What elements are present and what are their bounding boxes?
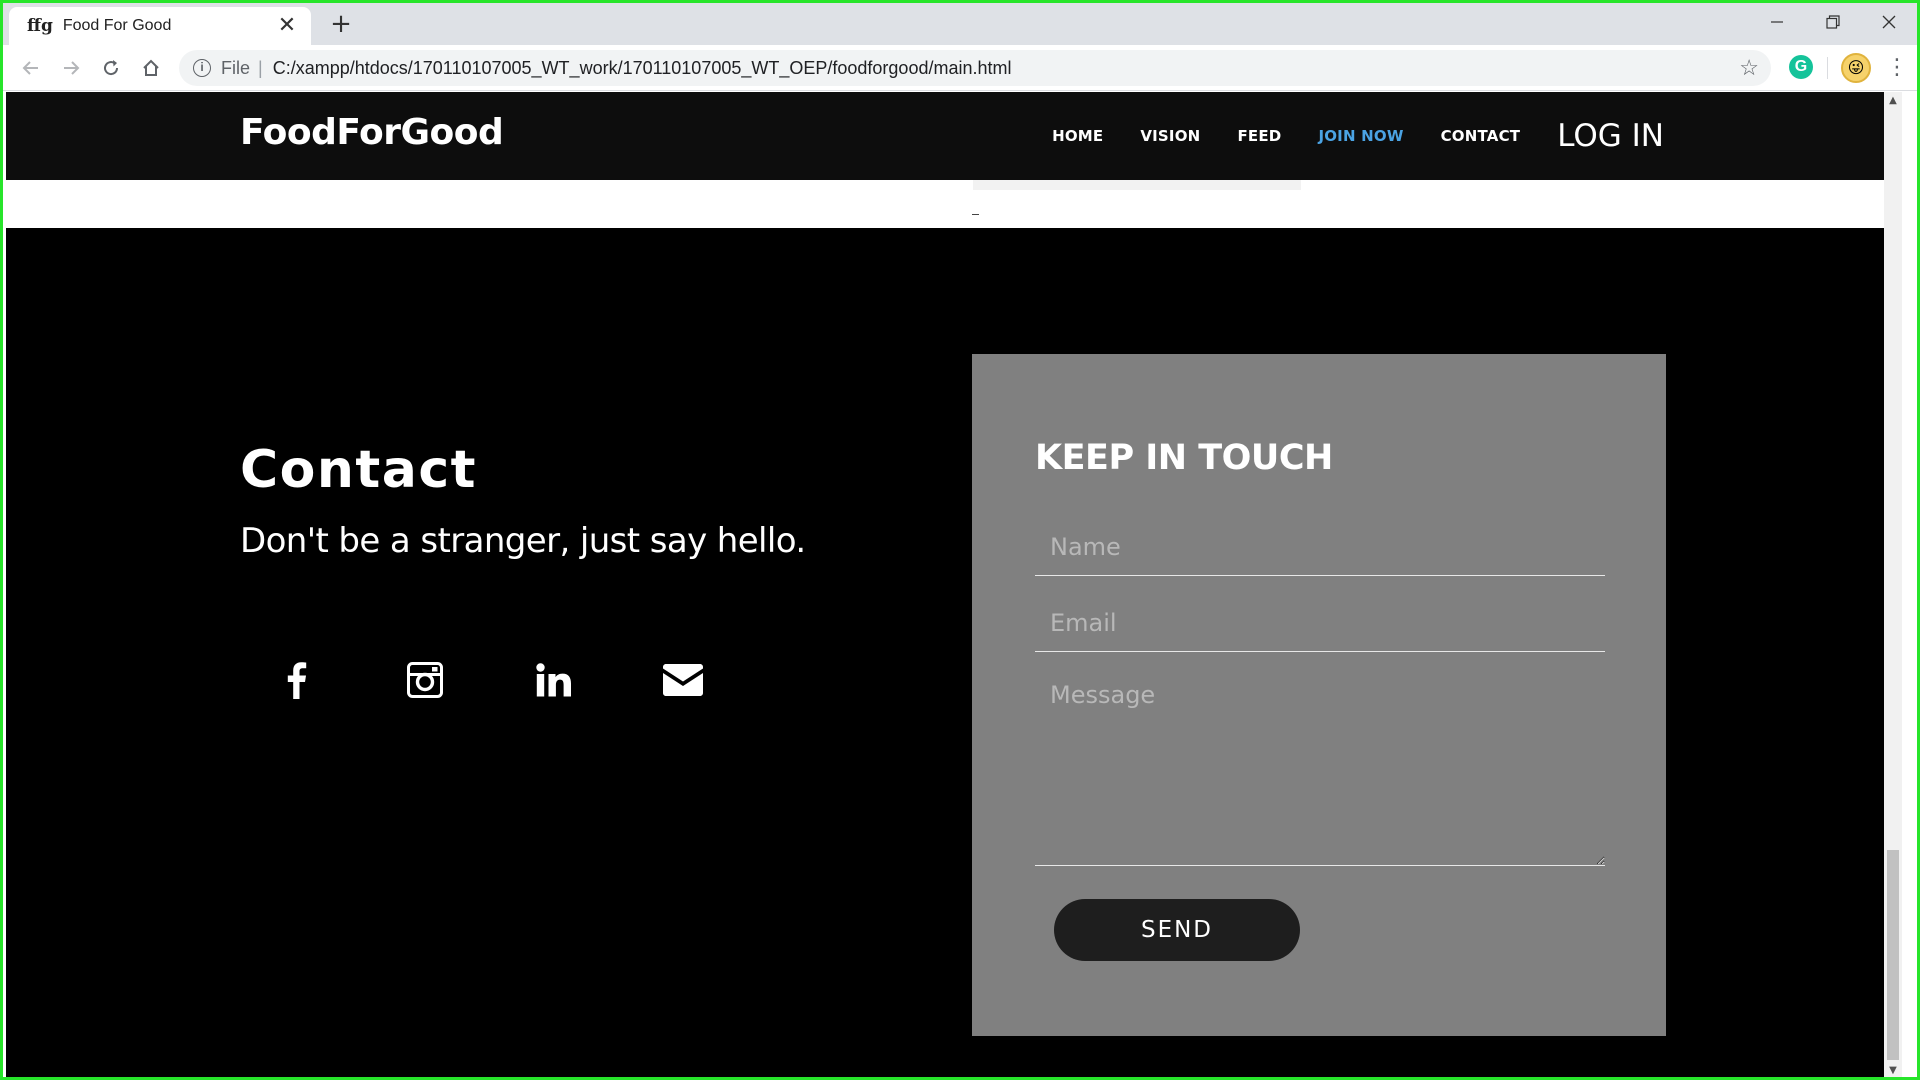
linkedin-icon [536,663,571,697]
contact-subheading: Don't be a stranger, just say hello. [240,521,806,561]
profile-avatar-icon[interactable]: 😜 [1841,53,1871,83]
reload-button[interactable] [95,52,127,84]
contact-form-card: KEEP IN TOUCH SEND [972,354,1666,1036]
page-scrollbar[interactable]: ▲ ▼ [1884,92,1902,1077]
facebook-icon [287,662,307,699]
stray-dash-mark [972,214,979,215]
nav-link-feed[interactable]: FEED [1237,127,1281,145]
new-tab-button[interactable]: + [325,8,357,40]
site-brand-logo[interactable]: FoodForGood [240,112,504,153]
url-scheme-label: File [221,57,251,78]
back-button[interactable] [15,52,47,84]
window-maximize-button[interactable] [1805,3,1861,41]
minimize-icon [1771,21,1783,23]
scrollbar-thumb[interactable] [1887,850,1899,1060]
home-icon [143,59,159,76]
grammarly-extension-icon[interactable]: G [1789,55,1813,79]
previous-section-bottom [6,180,1902,228]
facebook-link[interactable] [276,660,316,700]
message-textarea[interactable] [1035,670,1605,866]
window-minimize-button[interactable] [1749,3,1805,41]
previous-card-edge [973,180,1301,190]
page-viewport: FoodForGood HOME VISION FEED JOIN NOW CO… [6,92,1902,1077]
restore-icon [1826,15,1840,29]
scroll-down-arrow-icon[interactable]: ▼ [1884,1062,1902,1077]
linkedin-link[interactable] [534,660,574,700]
nav-link-join-now[interactable]: JOIN NOW [1318,127,1403,145]
nav-link-vision[interactable]: VISION [1140,127,1200,145]
home-button[interactable] [135,52,167,84]
bookmark-star-icon[interactable]: ☆ [1739,55,1759,81]
url-text[interactable]: C:/xampp/htdocs/170110107005_WT_work/170… [273,58,1012,79]
site-navbar: FoodForGood HOME VISION FEED JOIN NOW CO… [6,92,1902,180]
forward-icon [64,61,80,75]
scroll-up-arrow-icon[interactable]: ▲ [1884,92,1902,110]
form-title: KEEP IN TOUCH [1035,438,1333,478]
toolbar-divider [1827,57,1828,79]
nav-link-home[interactable]: HOME [1052,127,1103,145]
info-icon[interactable]: i [193,59,211,77]
nav-link-contact[interactable]: CONTACT [1441,127,1521,145]
browser-menu-icon[interactable]: ⋮ [1883,53,1911,83]
browser-tab-strip: ffg Food For Good ✕ + [3,3,1917,45]
reload-icon [104,60,119,76]
forward-button[interactable] [55,52,87,84]
back-icon [22,61,38,75]
email-link[interactable] [663,660,703,700]
browser-tab[interactable]: ffg Food For Good ✕ [9,7,311,45]
tab-favicon-icon: ffg [27,16,53,36]
social-links [276,658,703,702]
login-link[interactable]: LOG IN [1557,118,1664,154]
url-separator: | [258,57,263,78]
mail-icon [663,664,703,696]
contact-heading: Contact [240,440,478,500]
name-input[interactable] [1035,518,1605,576]
window-close-button[interactable] [1861,3,1917,41]
site-nav-links: HOME VISION FEED JOIN NOW CONTACT LOG IN [1015,92,1664,180]
tab-title: Food For Good [62,17,172,34]
tab-close-icon[interactable]: ✕ [275,14,299,38]
address-bar[interactable]: i File | C:/xampp/htdocs/170110107005_WT… [179,50,1771,86]
send-button[interactable]: SEND [1054,899,1300,961]
instagram-link[interactable] [405,660,445,700]
close-icon [1882,15,1896,29]
screen-frame: ffg Food For Good ✕ + i File | C:/xampp/… [0,0,1920,1080]
email-input[interactable] [1035,594,1605,652]
browser-toolbar: i File | C:/xampp/htdocs/170110107005_WT… [3,45,1917,91]
instagram-icon [407,662,443,698]
